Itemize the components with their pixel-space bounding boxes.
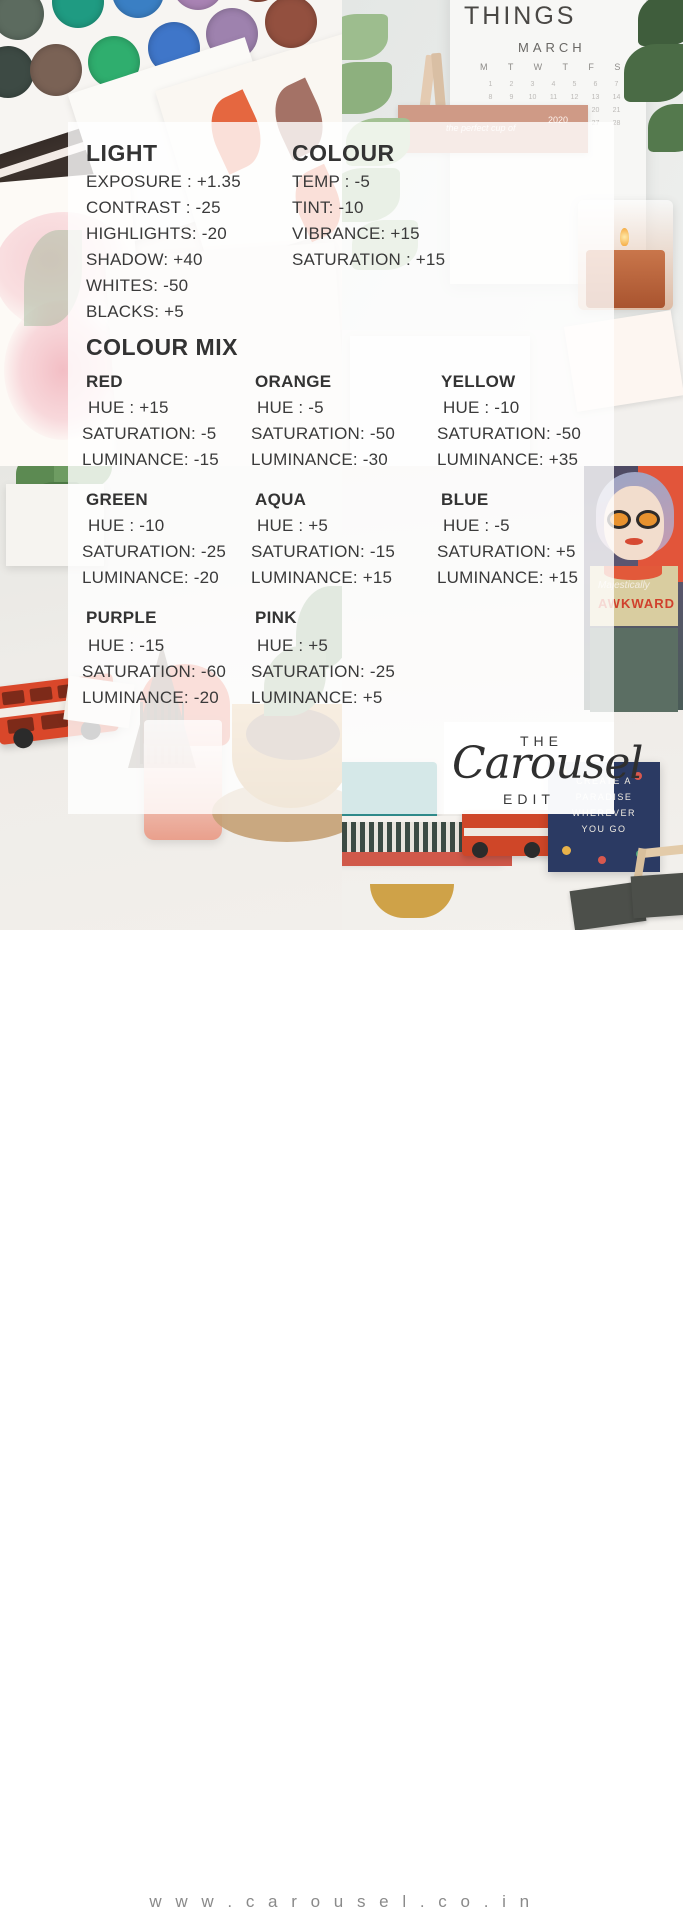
mix-red-hue: HUE : +15 [88, 398, 169, 417]
mix-aqua-luminance: LUMINANCE: +15 [251, 568, 393, 587]
mix-pink-saturation: SATURATION: -25 [251, 662, 396, 681]
mix-group-aqua-title: AQUA [255, 490, 307, 509]
mix-aqua-saturation: SATURATION: -15 [251, 542, 396, 561]
mix-yellow-luminance: LUMINANCE: +35 [437, 450, 579, 469]
logo-script-text: Carousel [452, 738, 643, 789]
footer-bar: w w w . c a r o u s e l . c o . i n [0, 930, 683, 1911]
colour-row-temp: TEMP : -5 [292, 172, 371, 191]
mix-blue-hue: HUE : -5 [443, 516, 510, 535]
light-row-highlights: HIGHLIGHTS: -20 [86, 224, 227, 243]
mix-group-yellow-title: YELLOW [441, 372, 516, 391]
colour-row-saturation: SATURATION : +15 [292, 250, 446, 269]
light-row-exposure: EXPOSURE : +1.35 [86, 172, 241, 191]
colour-row-tint: TINT: -10 [292, 198, 364, 217]
mix-red-saturation: SATURATION: -5 [82, 424, 217, 443]
colour-row-vibrance: VIBRANCE: +15 [292, 224, 420, 243]
settings-panel-top: LIGHT EXPOSURE : +1.35 CONTRAST : -25 HI… [68, 122, 614, 470]
mix-green-luminance: LUMINANCE: -20 [82, 568, 219, 587]
light-row-shadow: SHADOW: +40 [86, 250, 203, 269]
mix-pink-luminance: LUMINANCE: +5 [251, 688, 383, 707]
light-row-whites: WHITES: -50 [86, 276, 189, 295]
logo-edit-text: EDIT [503, 791, 555, 807]
website-url[interactable]: w w w . c a r o u s e l . c o . i n [0, 1892, 683, 1912]
mix-red-luminance: LUMINANCE: -15 [82, 450, 219, 469]
mix-purple-hue: HUE : -15 [88, 636, 165, 655]
mix-group-green-title: GREEN [86, 490, 148, 509]
colour-mix-title: COLOUR MIX [86, 334, 238, 360]
mix-group-orange-title: ORANGE [255, 372, 332, 391]
mix-group-red-title: RED [86, 372, 123, 391]
light-row-blacks: BLACKS: +5 [86, 302, 184, 321]
light-title: LIGHT [86, 140, 158, 166]
mix-green-saturation: SATURATION: -25 [82, 542, 227, 561]
mix-orange-saturation: SATURATION: -50 [251, 424, 396, 443]
mix-yellow-hue: HUE : -10 [443, 398, 520, 417]
calendar-weekdays: M T W T F S [480, 62, 630, 72]
mix-purple-saturation: SATURATION: -60 [82, 662, 227, 681]
mix-aqua-hue: HUE : +5 [257, 516, 329, 535]
mix-blue-luminance: LUMINANCE: +15 [437, 568, 579, 587]
mix-pink-hue: HUE : +5 [257, 636, 329, 655]
mix-group-purple-title: PURPLE [86, 608, 157, 627]
mix-yellow-saturation: SATURATION: -50 [437, 424, 582, 443]
london-bus-2-icon [462, 810, 552, 858]
light-row-contrast: CONTRAST : -25 [86, 198, 221, 217]
colour-title: COLOUR [292, 140, 395, 166]
mix-orange-hue: HUE : -5 [257, 398, 324, 417]
mix-green-hue: HUE : -10 [88, 516, 165, 535]
mix-blue-saturation: SATURATION: +5 [437, 542, 576, 561]
mix-purple-luminance: LUMINANCE: -20 [82, 688, 219, 707]
paradise-line-4: YOU GO [581, 824, 627, 834]
mix-group-pink-title: PINK [255, 608, 297, 627]
calendar-month: MARCH [518, 40, 586, 55]
mix-orange-luminance: LUMINANCE: -30 [251, 450, 388, 469]
calendar-title: THINGS [464, 2, 577, 30]
mix-group-blue-title: BLUE [441, 490, 489, 509]
